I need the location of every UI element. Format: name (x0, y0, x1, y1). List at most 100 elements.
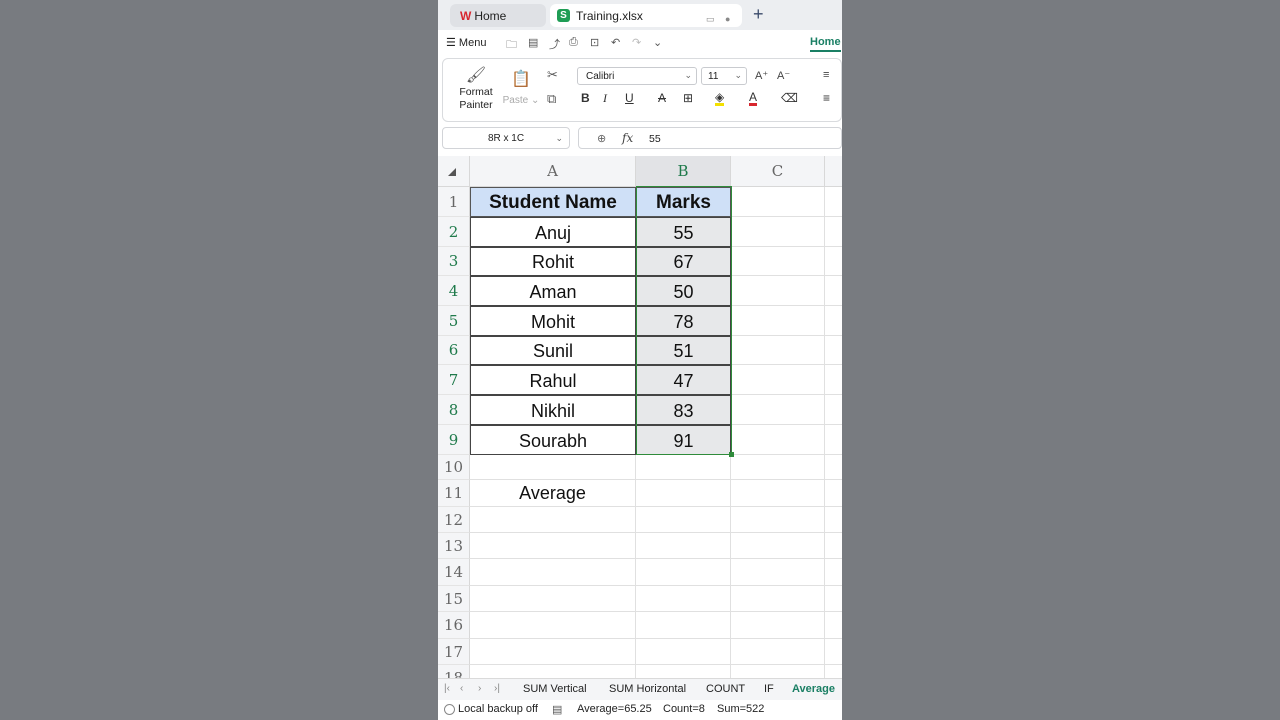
cell-d9[interactable] (825, 425, 842, 455)
cell-d11[interactable] (825, 480, 842, 507)
header-student-name[interactable]: Student Name (470, 187, 636, 217)
monitor-icon[interactable]: ▭ (706, 14, 715, 25)
cell-a15[interactable] (470, 586, 636, 612)
cell-d12[interactable] (825, 507, 842, 533)
sheet-tab-if[interactable]: IF (764, 683, 774, 695)
cell-b10[interactable] (636, 455, 731, 480)
fill-handle[interactable] (729, 452, 734, 457)
row-header-10[interactable]: 10 (438, 455, 470, 480)
row-header-4[interactable]: 4 (438, 276, 470, 306)
align-left-icon[interactable]: ≡ (823, 91, 830, 105)
backup-status[interactable]: Local backup off (458, 703, 538, 715)
row-header-17[interactable]: 17 (438, 639, 470, 665)
formula-input[interactable]: ⊕ fx 55 (578, 127, 842, 149)
cell-c2[interactable] (731, 217, 825, 247)
align-top-icon[interactable]: ≡ (823, 69, 829, 81)
row-header-15[interactable]: 15 (438, 586, 470, 612)
cell-a13[interactable] (470, 533, 636, 559)
column-header-c[interactable]: C (731, 156, 825, 187)
student-name-cell[interactable]: Rohit (470, 247, 636, 276)
cell-c12[interactable] (731, 507, 825, 533)
cell-c17[interactable] (731, 639, 825, 665)
cell-c5[interactable] (731, 306, 825, 336)
ribbon-tab-home[interactable]: Home (810, 36, 841, 52)
row-header-18[interactable]: 18 (438, 665, 470, 678)
fx-icon[interactable]: fx (622, 131, 633, 145)
cell-d8[interactable] (825, 395, 842, 425)
redo-icon[interactable]: ↷ (632, 36, 641, 49)
student-name-cell[interactable]: Sourabh (470, 425, 636, 455)
cell-c15[interactable] (731, 586, 825, 612)
increase-font-icon[interactable]: A⁺ (755, 69, 768, 82)
prev-sheet-icon[interactable]: ‹ (460, 683, 463, 694)
header-marks[interactable]: Marks (636, 187, 731, 217)
row-header-1[interactable]: 1 (438, 187, 470, 217)
first-sheet-icon[interactable]: |‹ (444, 683, 450, 694)
cell-b13[interactable] (636, 533, 731, 559)
cell-a12[interactable] (470, 507, 636, 533)
tab-training-file[interactable]: S Training.xlsx ▭ ● (550, 4, 742, 27)
cell-d4[interactable] (825, 276, 842, 306)
cell-c3[interactable] (731, 247, 825, 276)
decrease-font-icon[interactable]: A⁻ (777, 69, 790, 82)
column-header-a[interactable]: A (470, 156, 636, 187)
cell-d7[interactable] (825, 365, 842, 395)
cell-d5[interactable] (825, 306, 842, 336)
select-all-corner[interactable] (438, 156, 470, 187)
marks-cell[interactable]: 55 (636, 217, 731, 247)
row-header-16[interactable]: 16 (438, 612, 470, 639)
strikethrough-icon[interactable]: A (658, 91, 666, 105)
cell-d1[interactable] (825, 187, 842, 217)
undo-icon[interactable]: ↶ (611, 36, 620, 49)
underline-icon[interactable]: U (625, 91, 634, 105)
cell-c9[interactable] (731, 425, 825, 455)
cell-b12[interactable] (636, 507, 731, 533)
cell-b17[interactable] (636, 639, 731, 665)
zoom-icon[interactable]: ⊕ (597, 132, 606, 145)
copy-icon[interactable]: ⧉ (547, 91, 556, 107)
row-header-6[interactable]: 6 (438, 336, 470, 365)
marks-cell[interactable]: 91 (636, 425, 731, 455)
sheet-tab-average[interactable]: Average (792, 683, 835, 695)
average-label[interactable]: Average (470, 480, 636, 507)
student-name-cell[interactable]: Nikhil (470, 395, 636, 425)
marks-cell[interactable]: 50 (636, 276, 731, 306)
list-view-icon[interactable]: ▤ (552, 703, 562, 716)
name-box[interactable]: 8R x 1C ⌄ (442, 127, 570, 149)
student-name-cell[interactable]: Sunil (470, 336, 636, 365)
menu-button[interactable]: ☰ Menu (446, 36, 486, 49)
row-header-13[interactable]: 13 (438, 533, 470, 559)
more-chevron-icon[interactable]: ⌄ (653, 36, 662, 49)
font-size-select[interactable]: 11 ⌄ (701, 67, 747, 85)
cell-c10[interactable] (731, 455, 825, 480)
cell-c4[interactable] (731, 276, 825, 306)
cell-d6[interactable] (825, 336, 842, 365)
paste-button[interactable]: 📋 Paste ⌄ (501, 69, 541, 106)
cell-d14[interactable] (825, 559, 842, 586)
close-dot-icon[interactable]: ● (725, 14, 730, 24)
marks-cell[interactable]: 47 (636, 365, 731, 395)
share-icon[interactable]: ⤴ (549, 36, 560, 52)
row-header-12[interactable]: 12 (438, 507, 470, 533)
new-tab-plus-icon[interactable]: + (753, 4, 764, 25)
font-name-select[interactable]: Calibri ⌄ (577, 67, 697, 85)
cell-c18[interactable] (731, 665, 825, 678)
cell-c8[interactable] (731, 395, 825, 425)
font-color-icon[interactable]: A (749, 91, 758, 106)
cell-a17[interactable] (470, 639, 636, 665)
column-header-d[interactable] (825, 156, 842, 187)
cell-a18[interactable] (470, 665, 636, 678)
cell-d16[interactable] (825, 612, 842, 639)
cell-a10[interactable] (470, 455, 636, 480)
row-header-3[interactable]: 3 (438, 247, 470, 276)
bold-icon[interactable]: B (581, 91, 590, 105)
cell-b11[interactable] (636, 480, 731, 507)
cell-d15[interactable] (825, 586, 842, 612)
sheet-tab-sum-vertical[interactable]: SUM Vertical (523, 683, 587, 695)
row-header-11[interactable]: 11 (438, 480, 470, 507)
format-painter-button[interactable]: 🖌 Format Painter (451, 68, 501, 112)
cut-icon[interactable]: ✂ (547, 67, 558, 83)
sheet-grid[interactable]: A B C 1 2 3 4 5 6 7 8 9 10 11 12 13 14 15 16 17 18 Student Na… (438, 156, 842, 678)
marks-cell[interactable]: 67 (636, 247, 731, 276)
sheet-tab-sum-horizontal[interactable]: SUM Horizontal (609, 683, 686, 695)
